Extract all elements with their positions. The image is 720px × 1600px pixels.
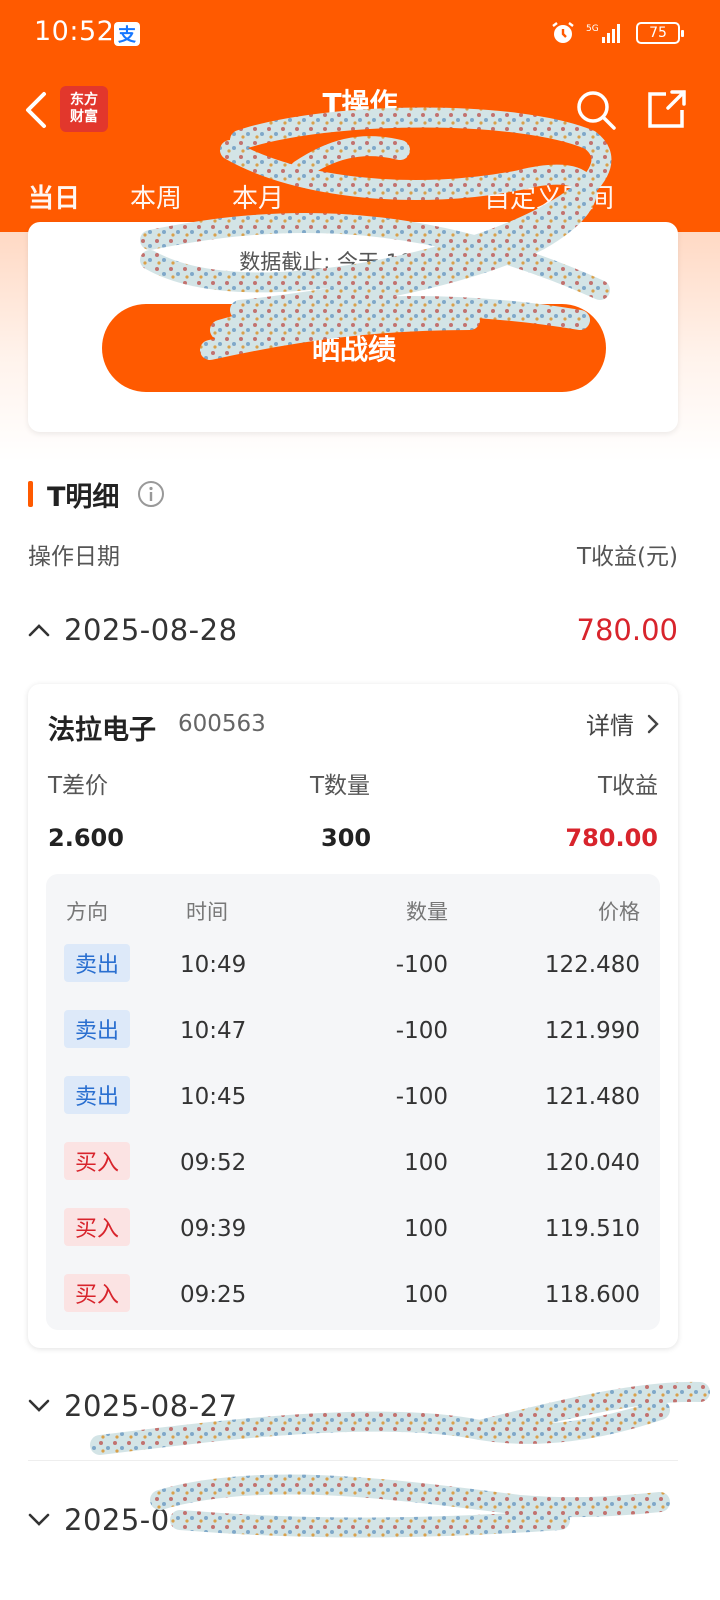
t-detail-header: T明细 xyxy=(28,472,165,516)
info-icon[interactable] xyxy=(137,480,165,508)
tab-this-week[interactable]: 本周 xyxy=(130,178,182,215)
quantity-header: 数量 xyxy=(406,900,448,924)
chevron-down-icon xyxy=(28,1399,50,1412)
trade-time: 10:49 xyxy=(180,952,247,978)
alipay-notification-icon: 支 xyxy=(114,22,140,46)
chevron-up-icon xyxy=(28,624,50,637)
app-header: 10:52 支 5G 75 东方 财富 T操作 当日 本周 本月 自定义区间 xyxy=(0,0,720,232)
profit-label: T收益 xyxy=(597,773,658,799)
chevron-down-icon xyxy=(28,1513,50,1526)
trade-row: 买入 09:25 100 118.600 xyxy=(46,1274,660,1314)
divider xyxy=(28,1460,678,1461)
trade-quantity: 100 xyxy=(404,1150,448,1176)
share-results-button[interactable]: 晒战绩 xyxy=(102,304,606,392)
trade-time: 10:47 xyxy=(180,1018,247,1044)
trade-row: 卖出 10:45 -100 121.480 xyxy=(46,1076,660,1116)
group-date: 2025-0 xyxy=(64,1503,170,1537)
direction-header: 方向 xyxy=(66,900,108,924)
trade-quantity: -100 xyxy=(395,1084,448,1110)
trade-price: 121.990 xyxy=(544,1018,640,1044)
trade-row: 买入 09:39 100 119.510 xyxy=(46,1208,660,1248)
tab-today[interactable]: 当日 xyxy=(28,178,80,215)
group-date: 2025-08-27 xyxy=(64,1389,238,1423)
direction-badge: 卖出 xyxy=(64,1010,130,1048)
tab-custom-range[interactable]: 自定义区间 xyxy=(484,178,614,215)
trade-time: 10:45 xyxy=(180,1084,247,1110)
summary-card: 数据截止: 今天 10:52:2 晒战绩 xyxy=(28,222,678,432)
status-time: 10:52 xyxy=(34,16,115,47)
stock-name: 法拉电子 xyxy=(48,715,156,746)
share-icon[interactable] xyxy=(644,88,688,132)
trade-row: 卖出 10:47 -100 121.990 xyxy=(46,1010,660,1050)
data-cutoff-text: 数据截止: 今天 10:52:2 xyxy=(239,250,467,274)
trade-row: 卖出 10:49 -100 122.480 xyxy=(46,944,660,984)
price-header: 价格 xyxy=(598,900,640,924)
quantity-value: 300 xyxy=(321,824,372,852)
signal-icon: 5G xyxy=(586,24,620,43)
trade-time: 09:25 xyxy=(180,1282,247,1308)
time-header: 时间 xyxy=(186,900,228,924)
detail-link-label: 详情 xyxy=(586,712,634,740)
period-tabs: 当日 本周 本月 自定义区间 xyxy=(0,168,720,224)
group-date: 2025-08-28 xyxy=(64,613,238,647)
trade-price: 121.480 xyxy=(544,1084,640,1110)
trade-time: 09:52 xyxy=(180,1150,247,1176)
column-header: 操作日期 T收益(元) xyxy=(28,534,678,574)
column-date-label: 操作日期 xyxy=(28,544,120,570)
nav-bar: 东方 财富 T操作 xyxy=(0,68,720,158)
direction-badge: 买入 xyxy=(64,1208,130,1246)
profit-value: 780.00 xyxy=(565,824,658,852)
section-title: T明细 xyxy=(47,481,120,513)
trade-price: 118.600 xyxy=(544,1282,640,1308)
status-bar: 10:52 支 5G 75 xyxy=(0,0,720,68)
column-profit-label: T收益(元) xyxy=(577,544,678,570)
trade-quantity: 100 xyxy=(404,1216,448,1242)
direction-badge: 买入 xyxy=(64,1274,130,1312)
spread-label: T差价 xyxy=(48,773,109,799)
date-group-row[interactable]: 2025-08-27 xyxy=(28,1376,678,1436)
date-group-row[interactable]: 2025-0 xyxy=(28,1490,678,1550)
trade-price: 122.480 xyxy=(544,952,640,978)
trades-header: 方向 时间 数量 价格 xyxy=(46,896,660,926)
stock-code: 600563 xyxy=(178,711,266,737)
quantity-label: T数量 xyxy=(310,773,371,799)
trade-time: 09:39 xyxy=(180,1216,247,1242)
direction-badge: 卖出 xyxy=(64,944,130,982)
trade-quantity: -100 xyxy=(395,952,448,978)
trade-quantity: -100 xyxy=(395,1018,448,1044)
trade-quantity: 100 xyxy=(404,1282,448,1308)
tab-this-month[interactable]: 本月 xyxy=(232,178,284,215)
battery-level: 75 xyxy=(649,25,667,41)
alarm-icon xyxy=(552,22,574,43)
spread-value: 2.600 xyxy=(48,824,124,852)
section-accent-bar xyxy=(28,481,33,507)
trade-price: 119.510 xyxy=(544,1216,640,1242)
battery-icon: 75 xyxy=(636,22,684,44)
trade-row: 买入 09:52 100 120.040 xyxy=(46,1142,660,1182)
search-icon[interactable] xyxy=(574,88,618,132)
date-group-row[interactable]: 2025-08-28 780.00 xyxy=(28,600,678,660)
chevron-right-icon xyxy=(647,714,659,733)
stock-detail-link[interactable]: 详情 xyxy=(586,706,660,741)
status-icons: 5G 75 xyxy=(550,20,684,46)
svg-text:5G: 5G xyxy=(586,24,599,34)
trade-price: 120.040 xyxy=(544,1150,640,1176)
trades-table: 方向 时间 数量 价格 卖出 10:49 -100 122.480 卖出 10:… xyxy=(46,874,660,1330)
stock-card: 法拉电子 600563 详情 T差价 T数量 T收益 2.600 300 780… xyxy=(28,684,678,1348)
direction-badge: 买入 xyxy=(64,1142,130,1180)
group-profit: 780.00 xyxy=(576,613,678,647)
direction-badge: 卖出 xyxy=(64,1076,130,1114)
